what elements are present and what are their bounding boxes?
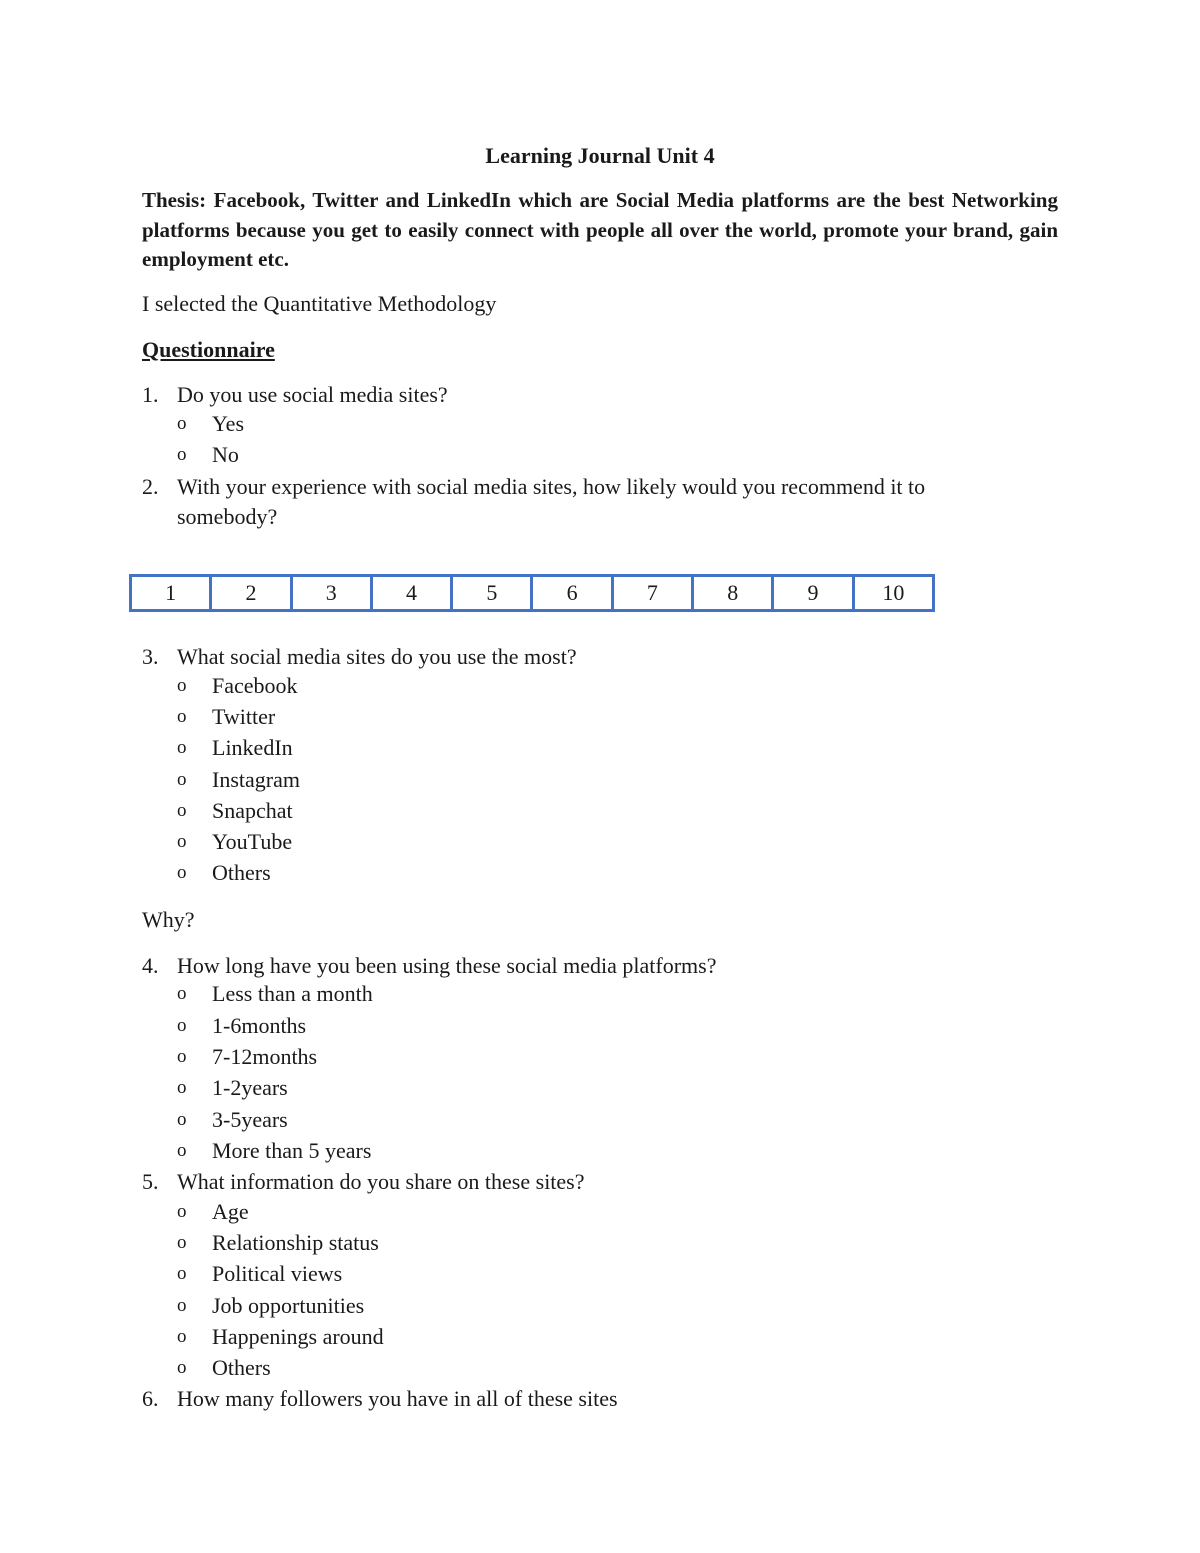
bullet-icon: o: [177, 737, 187, 758]
bullet-icon: o: [177, 1046, 187, 1067]
bullet-icon: o: [177, 444, 187, 465]
option-item: Twitter: [212, 704, 276, 729]
bullet-icon: o: [177, 1109, 187, 1130]
option-item: Others: [212, 1355, 271, 1380]
question-number: 5.: [142, 1169, 159, 1194]
rating-cell: 8: [694, 577, 772, 609]
question-number: 1.: [142, 382, 159, 407]
bullet-icon: o: [177, 769, 187, 790]
rating-cell: 2: [212, 577, 290, 609]
question-number: 2.: [142, 474, 159, 499]
option-item: Others: [212, 860, 271, 885]
option-item: Job opportunities: [212, 1293, 365, 1318]
document-title: Learning Journal Unit 4: [485, 143, 715, 168]
option-item: Political views: [212, 1261, 343, 1286]
rating-cell: 4: [372, 577, 451, 609]
question-text: What information do you share on these s…: [177, 1169, 585, 1194]
question-text: How long have you been using these socia…: [177, 953, 717, 978]
why-label: Why?: [142, 907, 195, 932]
bullet-icon: o: [177, 800, 187, 821]
question-text: With your experience with social media s…: [177, 474, 926, 499]
bullet-icon: o: [177, 706, 187, 727]
rating-cell: 1: [132, 577, 210, 609]
option-item: Age: [212, 1199, 249, 1224]
option-item: Facebook: [212, 673, 298, 698]
question-number: 3.: [142, 644, 159, 669]
option-item: Relationship status: [212, 1230, 379, 1255]
questionnaire-heading: Questionnaire: [142, 337, 275, 362]
bullet-icon: o: [177, 1326, 187, 1347]
option-item: Yes: [212, 411, 245, 436]
bullet-icon: o: [177, 1357, 187, 1378]
option-item: YouTube: [212, 829, 293, 854]
option-item: More than 5 years: [212, 1138, 372, 1163]
option-item: 3-5years: [212, 1107, 288, 1132]
rating-cell: 6: [533, 577, 611, 609]
bullet-icon: o: [177, 1140, 187, 1161]
option-item: Instagram: [212, 767, 300, 792]
rating-cell: 3: [292, 577, 370, 609]
rating-scale-table: 1 2 3 4 5 6 7 8 9 10: [129, 574, 935, 612]
rating-cell: 9: [774, 577, 852, 609]
question-number: 6.: [142, 1386, 159, 1411]
question-text: Do you use social media sites?: [177, 382, 448, 407]
bullet-icon: o: [177, 1077, 187, 1098]
bullet-icon: o: [177, 1201, 187, 1222]
option-item: Snapchat: [212, 798, 293, 823]
question-text: How many followers you have in all of th…: [177, 1386, 618, 1411]
question-text: What social media sites do you use the m…: [177, 644, 577, 669]
document-page: Learning Journal Unit 4 Thesis: Facebook…: [0, 0, 1200, 1553]
rating-cell: 10: [854, 577, 932, 609]
question-number: 4.: [142, 953, 159, 978]
option-item: Less than a month: [212, 981, 373, 1006]
rating-cell: 5: [453, 577, 531, 609]
option-item: No: [212, 442, 239, 467]
question-text-continued: somebody?: [177, 504, 278, 529]
bullet-icon: o: [177, 1263, 187, 1284]
bullet-icon: o: [177, 1232, 187, 1253]
option-item: 7-12months: [212, 1044, 318, 1069]
bullet-icon: o: [177, 1295, 187, 1316]
bullet-icon: o: [177, 1015, 187, 1036]
bullet-icon: o: [177, 862, 187, 883]
option-item: 1-2years: [212, 1075, 288, 1100]
methodology-text: I selected the Quantitative Methodology: [142, 291, 497, 316]
bullet-icon: o: [177, 675, 187, 696]
rating-cell: 7: [613, 577, 692, 609]
bullet-icon: o: [177, 413, 187, 434]
option-item: LinkedIn: [212, 735, 293, 760]
option-item: Happenings around: [212, 1324, 384, 1349]
option-item: 1-6months: [212, 1013, 307, 1038]
thesis-statement: Thesis: Facebook, Twitter and LinkedIn w…: [142, 188, 1058, 271]
bullet-icon: o: [177, 983, 187, 1004]
bullet-icon: o: [177, 831, 187, 852]
